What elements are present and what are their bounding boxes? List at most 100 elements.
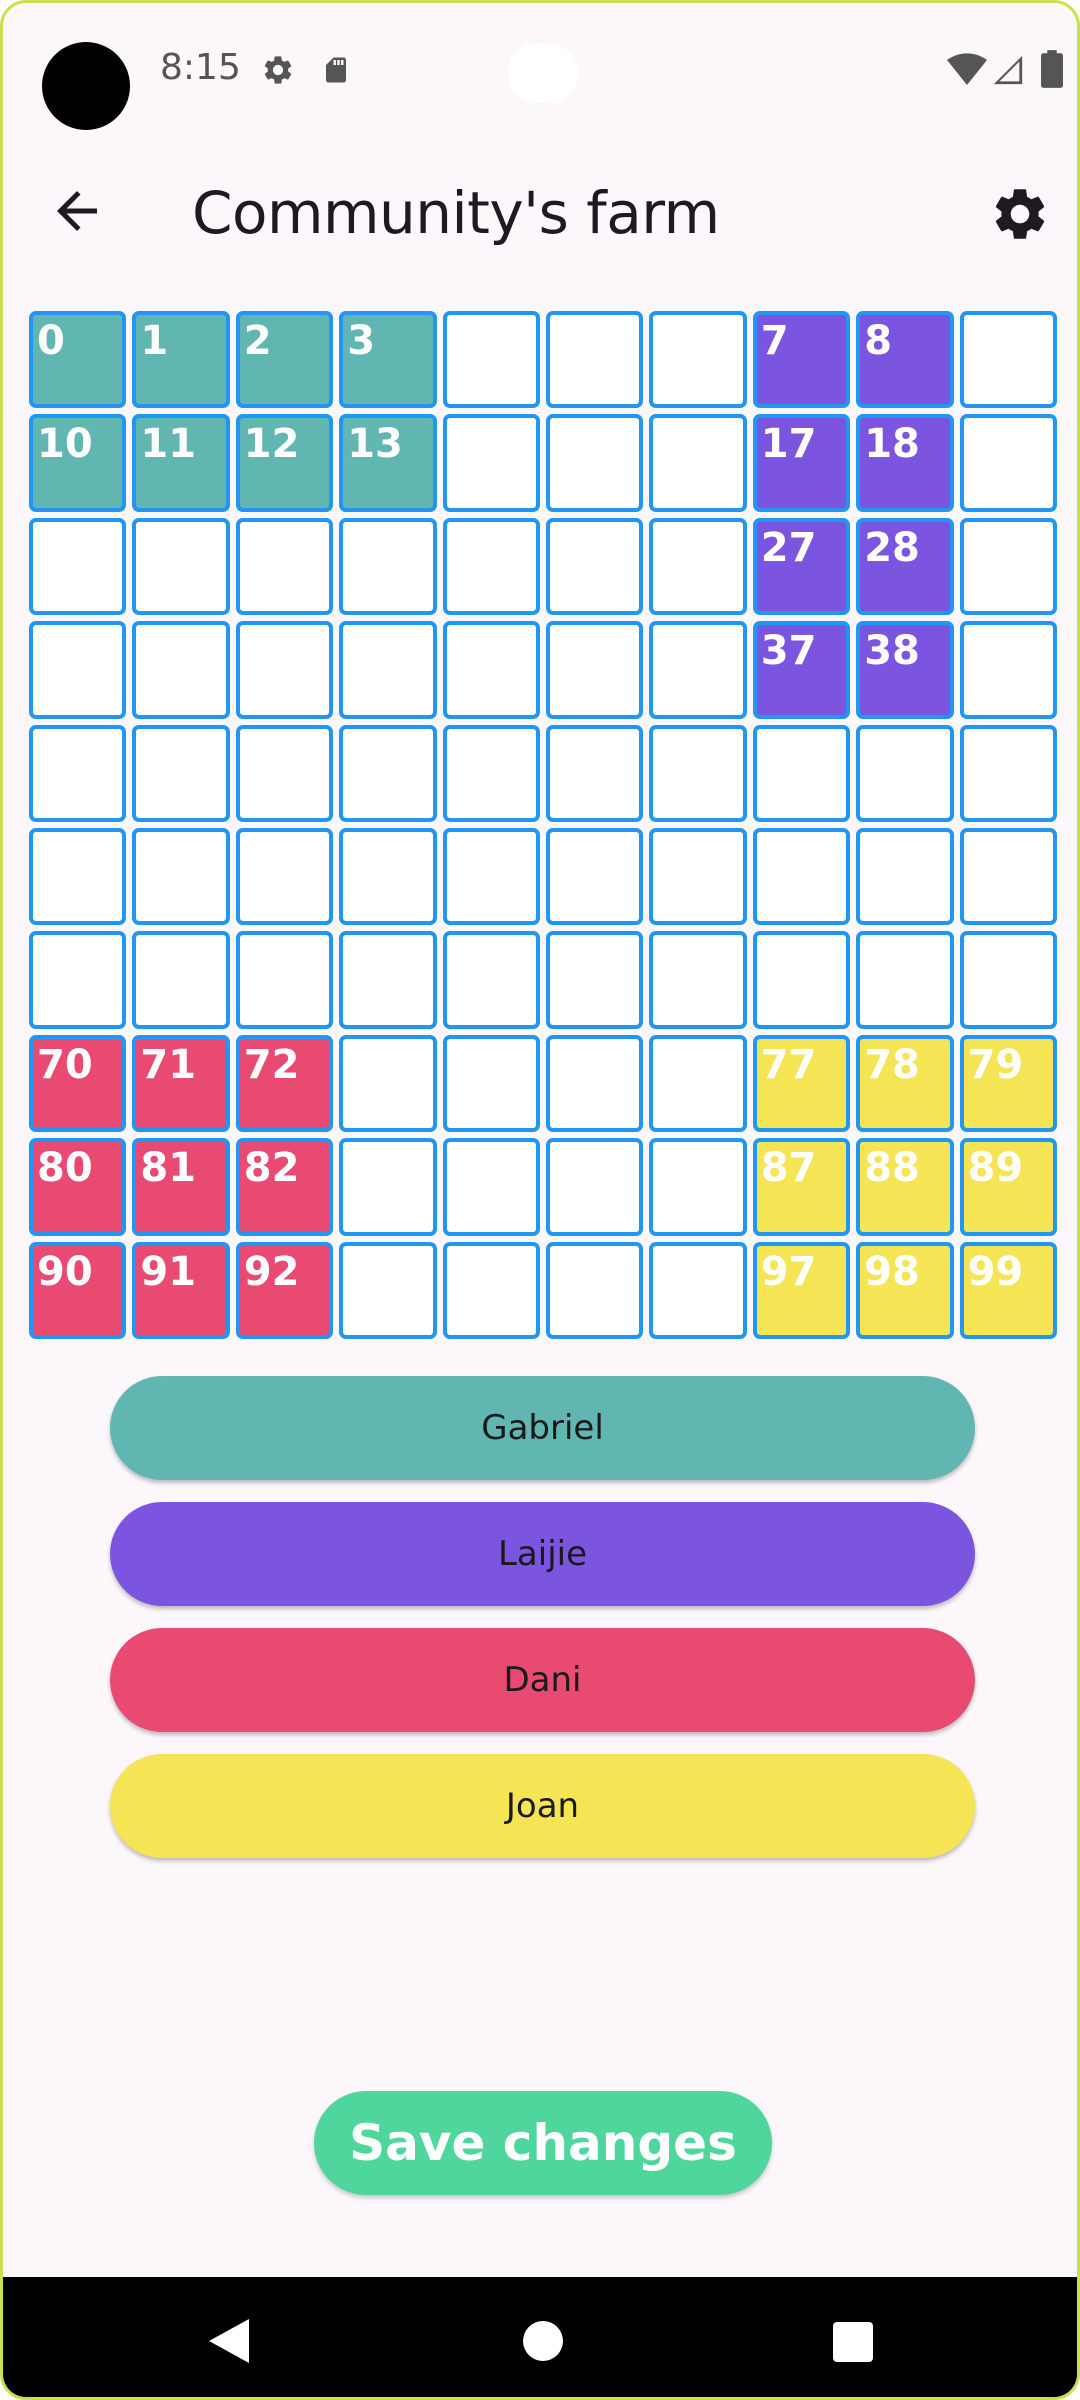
plot-cell[interactable]: 79 [959,1034,1057,1133]
nav-home-icon[interactable] [523,2321,563,2361]
plot-cell[interactable] [649,414,747,512]
owner-button-dani[interactable]: Dani [110,1628,975,1732]
plot-cell[interactable] [339,517,437,616]
plot-cell[interactable] [442,828,540,926]
plot-cell[interactable] [856,931,954,1029]
plot-cell[interactable] [959,414,1057,512]
nav-recents-icon[interactable] [833,2322,873,2362]
plot-cell[interactable]: 37 [752,621,851,719]
plot-cell[interactable] [649,517,747,616]
plot-cell[interactable] [235,517,334,616]
plot-cell[interactable] [442,1034,540,1133]
plot-cell[interactable] [546,1138,644,1236]
plot-cell[interactable] [856,828,954,926]
plot-cell[interactable] [546,724,644,822]
plot-cell[interactable]: 70 [29,1034,127,1133]
plot-cell[interactable] [442,621,540,719]
plot-cell[interactable]: 88 [856,1138,954,1236]
plot-cell[interactable]: 81 [132,1138,230,1236]
plot-cell[interactable] [29,828,127,926]
plot-cell[interactable] [29,517,127,616]
plot-cell[interactable]: 89 [959,1138,1057,1236]
plot-cell[interactable] [649,1138,747,1236]
plot-cell[interactable]: 72 [235,1034,334,1133]
plot-cell[interactable] [752,724,851,822]
plot-cell[interactable]: 92 [235,1241,334,1339]
plot-cell[interactable] [649,828,747,926]
plot-cell[interactable]: 8 [856,311,954,409]
plot-cell[interactable]: 17 [752,414,851,512]
plot-cell[interactable] [546,414,644,512]
plot-cell[interactable] [235,724,334,822]
plot-cell[interactable] [132,621,230,719]
plot-cell[interactable]: 80 [29,1138,127,1236]
plot-cell[interactable]: 97 [752,1241,851,1339]
plot-cell[interactable] [649,931,747,1029]
plot-cell[interactable]: 13 [339,414,437,512]
plot-cell[interactable]: 0 [29,311,127,409]
plot-cell[interactable] [442,1241,540,1339]
plot-cell[interactable] [856,724,954,822]
plot-cell[interactable]: 87 [752,1138,851,1236]
plot-cell[interactable]: 10 [29,414,127,512]
plot-cell[interactable]: 7 [752,311,851,409]
plot-cell[interactable]: 71 [132,1034,230,1133]
plot-cell[interactable] [132,931,230,1029]
plot-cell[interactable]: 3 [339,311,437,409]
gear-icon[interactable] [989,183,1051,245]
plot-cell[interactable] [752,828,851,926]
plot-cell[interactable]: 78 [856,1034,954,1133]
plot-cell[interactable]: 12 [235,414,334,512]
nav-back-icon[interactable] [208,2319,250,2363]
plot-cell[interactable] [132,724,230,822]
plot-cell[interactable] [959,724,1057,822]
plot-cell[interactable]: 38 [856,621,954,719]
plot-cell[interactable] [339,828,437,926]
plot-cell[interactable] [235,621,334,719]
plot-cell[interactable] [442,1138,540,1236]
plot-cell[interactable] [132,517,230,616]
plot-cell[interactable]: 77 [752,1034,851,1133]
plot-cell[interactable] [649,724,747,822]
plot-cell[interactable] [132,828,230,926]
plot-cell[interactable]: 11 [132,414,230,512]
plot-cell[interactable] [339,931,437,1029]
arrow-back-icon[interactable] [47,181,107,241]
plot-cell[interactable] [29,621,127,719]
plot-cell[interactable] [649,621,747,719]
plot-cell[interactable] [546,828,644,926]
plot-cell[interactable] [442,517,540,616]
plot-cell[interactable] [235,931,334,1029]
plot-cell[interactable] [546,517,644,616]
plot-cell[interactable] [442,724,540,822]
plot-cell[interactable]: 90 [29,1241,127,1339]
plot-cell[interactable] [959,931,1057,1029]
plot-cell[interactable]: 1 [132,311,230,409]
plot-cell[interactable] [546,621,644,719]
plot-cell[interactable]: 82 [235,1138,334,1236]
plot-cell[interactable] [442,931,540,1029]
plot-cell[interactable] [339,724,437,822]
plot-cell[interactable]: 2 [235,311,334,409]
plot-cell[interactable] [546,1241,644,1339]
plot-cell[interactable] [339,1034,437,1133]
plot-cell[interactable]: 98 [856,1241,954,1339]
plot-cell[interactable] [959,517,1057,616]
plot-cell[interactable] [29,724,127,822]
plot-cell[interactable] [339,1241,437,1339]
plot-cell[interactable] [546,311,644,409]
plot-cell[interactable] [235,828,334,926]
plot-cell[interactable] [959,828,1057,926]
save-changes-button[interactable]: Save changes [314,2091,772,2195]
plot-cell[interactable]: 28 [856,517,954,616]
owner-button-joan[interactable]: Joan [110,1754,975,1858]
plot-cell[interactable] [442,414,540,512]
plot-cell[interactable]: 99 [959,1241,1057,1339]
plot-cell[interactable] [959,311,1057,409]
owner-button-gabriel[interactable]: Gabriel [110,1376,975,1480]
plot-cell[interactable] [546,1034,644,1133]
plot-cell[interactable] [546,931,644,1029]
plot-cell[interactable] [752,931,851,1029]
plot-cell[interactable] [959,621,1057,719]
plot-cell[interactable] [649,1034,747,1133]
